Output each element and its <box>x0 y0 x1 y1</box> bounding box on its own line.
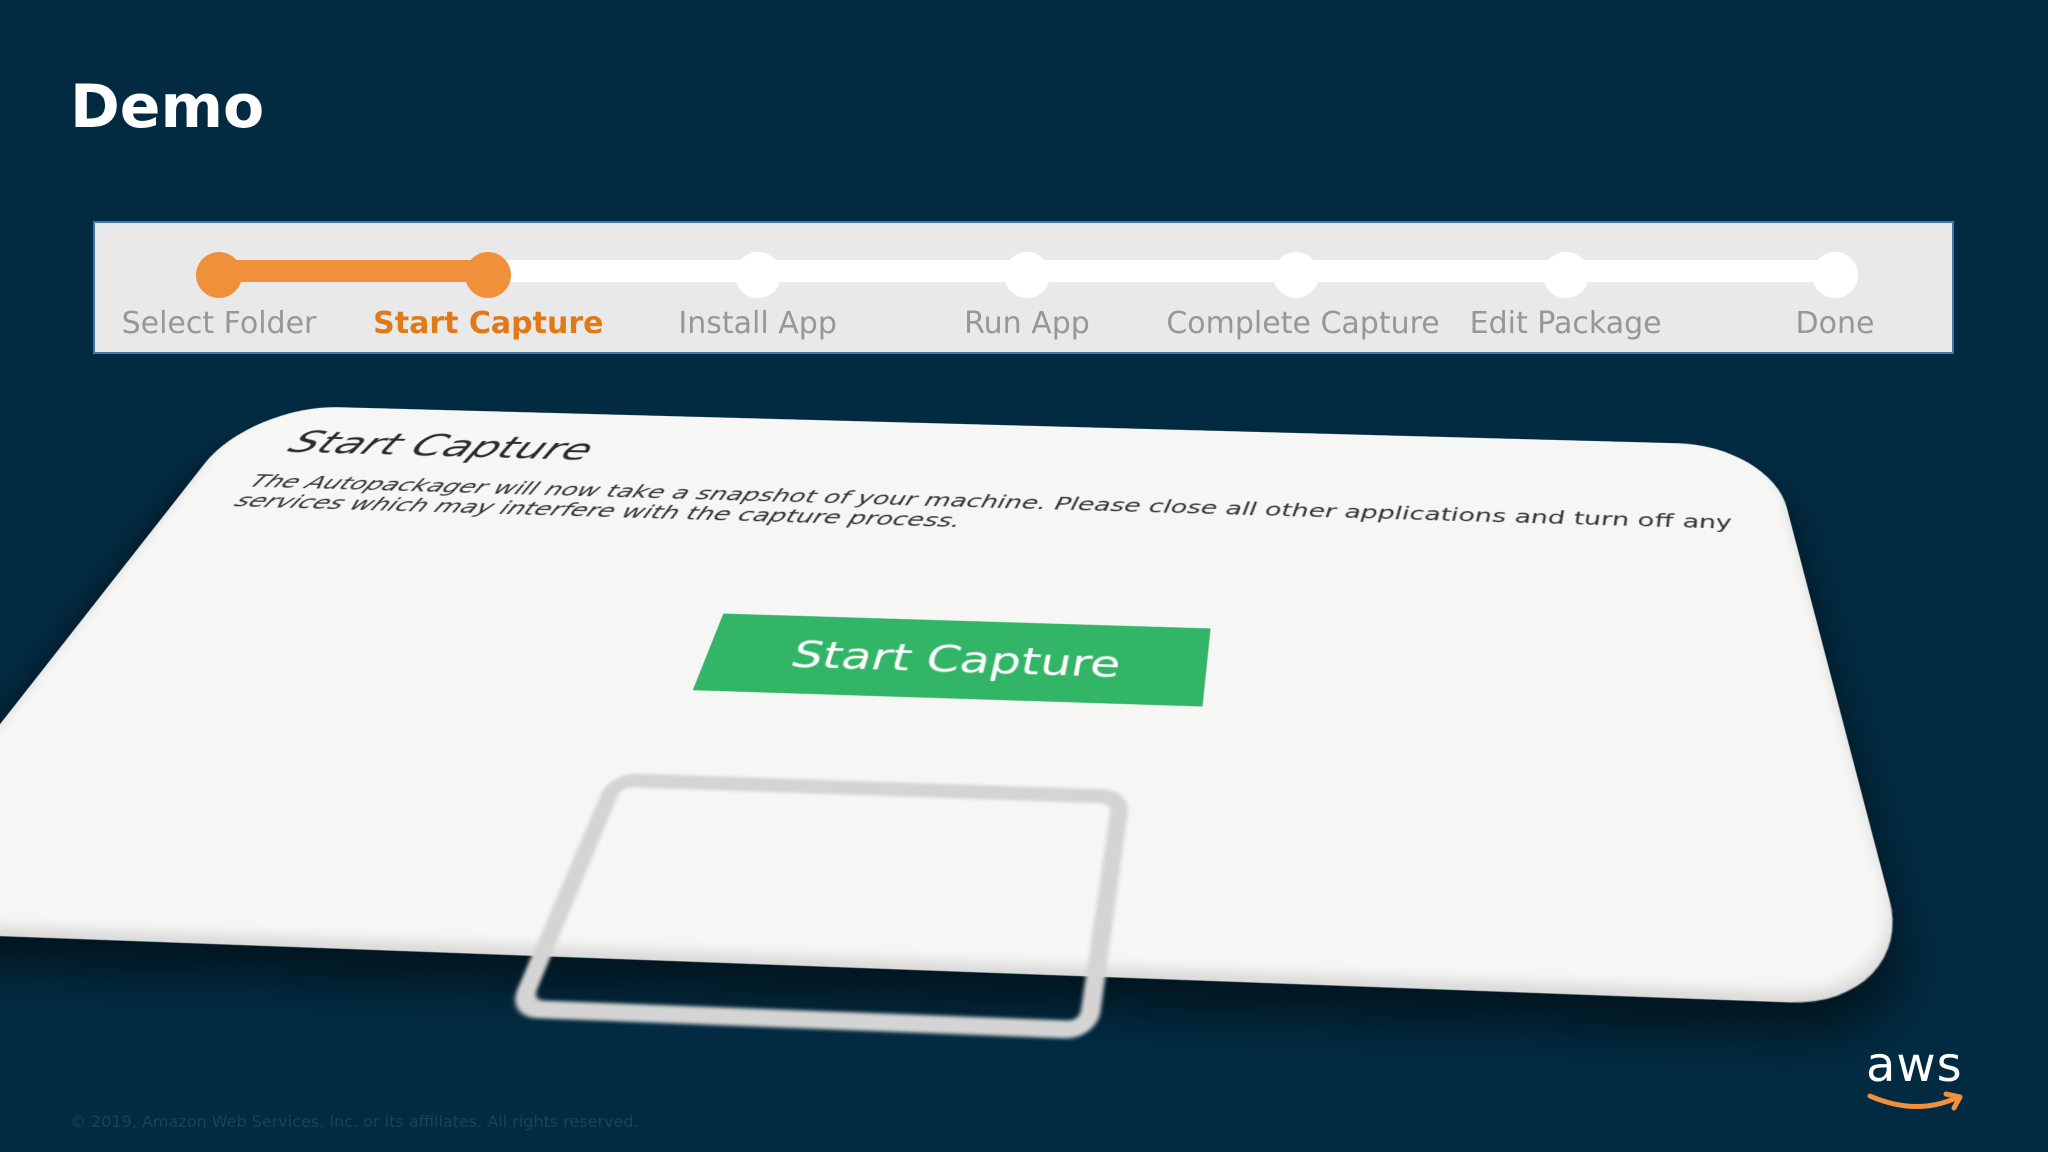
step-label-start-capture: Start Capture <box>373 306 604 341</box>
capture-panel: Start Capture The Autopackager will now … <box>0 404 1918 1040</box>
step-edit-package[interactable]: Edit Package <box>1436 252 1696 341</box>
step-dot-complete-capture <box>1273 252 1320 298</box>
step-label-run-app: Run App <box>964 306 1090 341</box>
step-dot-start-capture <box>465 252 512 298</box>
copyright-notice: © 2019, Amazon Web Services, Inc. or its… <box>70 1112 639 1131</box>
step-label-complete-capture: Complete Capture <box>1166 306 1440 341</box>
step-label-select-folder: Select Folder <box>121 306 317 341</box>
step-dot-run-app <box>1004 252 1050 298</box>
aws-smile-icon <box>1867 1091 1963 1111</box>
progress-stepper: Select Folder Start Capture Install App … <box>93 221 1954 354</box>
step-run-app[interactable]: Run App <box>897 252 1157 341</box>
capture-panel-title: Start Capture <box>280 425 601 468</box>
step-dot-done <box>1812 252 1858 298</box>
capture-panel-wrapper: Start Capture The Autopackager will now … <box>0 404 1918 1085</box>
slide: Demo Select Folder Start Capture Install… <box>0 0 2048 1152</box>
step-select-folder[interactable]: Select Folder <box>89 252 349 341</box>
step-label-done: Done <box>1795 306 1875 341</box>
slide-title: Demo <box>70 72 265 142</box>
step-install-app[interactable]: Install App <box>628 252 888 341</box>
placeholder-frame <box>505 772 1131 1040</box>
step-dot-select-folder <box>196 252 242 298</box>
start-capture-button[interactable]: Start Capture <box>692 613 1211 707</box>
step-start-capture[interactable]: Start Capture <box>358 252 618 341</box>
aws-logo-text: aws <box>1866 1037 1963 1093</box>
step-dot-install-app <box>734 252 781 298</box>
step-done[interactable]: Done <box>1705 252 1965 341</box>
step-label-install-app: Install App <box>678 306 837 341</box>
aws-logo: aws <box>1866 1040 1976 1120</box>
step-dot-edit-package <box>1542 252 1589 298</box>
capture-panel-description: The Autopackager will now take a snapsho… <box>229 470 1735 534</box>
step-label-edit-package: Edit Package <box>1469 306 1662 341</box>
step-complete-capture[interactable]: Complete Capture <box>1166 252 1440 341</box>
